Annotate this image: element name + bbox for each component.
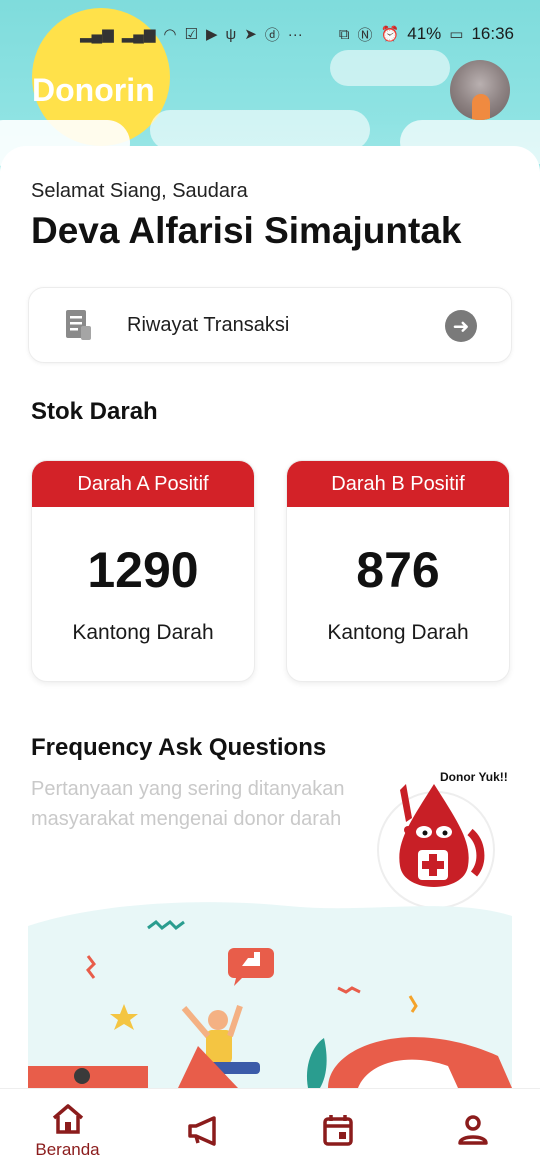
calendar-icon bbox=[322, 1114, 353, 1146]
play-icon: ➤ bbox=[244, 26, 257, 43]
wifi-icon: ◠ bbox=[163, 26, 177, 43]
youtube-icon: ▶ bbox=[205, 26, 218, 43]
blood-stock-unit: Kantong Darah bbox=[327, 621, 469, 644]
app-logo: Donorin bbox=[32, 72, 155, 108]
nfc-icon: Ⓝ bbox=[357, 26, 373, 44]
riwayat-label: Riwayat Transaksi bbox=[127, 313, 290, 336]
mascot-speech-text: Donor Yuk!! bbox=[440, 770, 508, 784]
alarm-icon: ⏰ bbox=[380, 26, 400, 43]
faq-title: Frequency Ask Questions bbox=[31, 734, 327, 761]
d-app-icon: ⓓ bbox=[264, 26, 280, 44]
signal-icon: ▂▄▆ bbox=[121, 26, 156, 43]
clock: 16:36 bbox=[471, 24, 514, 43]
faq-subtitle: Pertanyaan yang sering ditanyakan masyar… bbox=[31, 778, 345, 830]
bottom-nav: Beranda bbox=[0, 1088, 540, 1170]
blood-stock-card-b-positif[interactable]: Darah B Positif 876 Kantong Darah bbox=[286, 460, 510, 682]
cloud-decoration bbox=[150, 110, 370, 150]
blood-stock-unit: Kantong Darah bbox=[72, 621, 214, 644]
nav-item-announcement[interactable] bbox=[135, 1089, 270, 1170]
arrow-right-icon[interactable]: ➜ bbox=[445, 310, 477, 342]
nav-label: Beranda bbox=[35, 1139, 100, 1159]
avatar-figure bbox=[472, 94, 490, 120]
blood-stock-value: 876 bbox=[356, 542, 440, 598]
nav-item-profile[interactable] bbox=[405, 1089, 540, 1170]
greeting-text: Selamat Siang, Saudara bbox=[31, 180, 248, 202]
battery-percent: 41% bbox=[407, 24, 442, 43]
status-left: ▂▄▆ ▂▄▆ ◠ ☑ ▶ ψ ➤ ⓓ ··· bbox=[80, 24, 303, 45]
more-icon: ··· bbox=[287, 25, 303, 43]
riwayat-transaksi-card[interactable]: Riwayat Transaksi ➜ bbox=[28, 287, 512, 363]
blood-stock-value: 1290 bbox=[87, 542, 199, 598]
nav-item-schedule[interactable] bbox=[270, 1089, 405, 1170]
receipt-icon bbox=[66, 310, 91, 340]
home-icon bbox=[52, 1103, 83, 1134]
main-sheet: Selamat Siang, Saudara Deva Alfarisi Sim… bbox=[0, 146, 540, 1088]
check-icon: ☑ bbox=[184, 26, 198, 43]
user-name: Deva Alfarisi Simajuntak bbox=[31, 210, 462, 251]
blood-stock-card-a-positif[interactable]: Darah A Positif 1290 Kantong Darah bbox=[31, 460, 255, 682]
megaphone-icon bbox=[187, 1115, 216, 1146]
profile-icon bbox=[457, 1114, 488, 1145]
signal-icon: ▂▄▆ bbox=[80, 26, 114, 43]
usb-icon: ψ bbox=[225, 25, 237, 43]
nav-item-beranda[interactable]: Beranda bbox=[0, 1089, 135, 1170]
stok-darah-title: Stok Darah bbox=[31, 398, 158, 425]
battery-icon: ▭ bbox=[449, 26, 464, 43]
blood-type-label: Darah A Positif bbox=[32, 461, 254, 507]
status-right: ⧉ Ⓝ ⏰ 41% ▭ 16:36 bbox=[339, 24, 514, 45]
status-bar: ▂▄▆ ▂▄▆ ◠ ☑ ▶ ψ ➤ ⓓ ··· ⧉ Ⓝ ⏰ 41% ▭ 16:3… bbox=[0, 0, 540, 68]
avatar[interactable] bbox=[450, 60, 510, 120]
blood-type-label: Darah B Positif bbox=[287, 461, 509, 507]
cast-icon: ⧉ bbox=[338, 25, 350, 43]
faq-illustration bbox=[28, 902, 512, 1088]
